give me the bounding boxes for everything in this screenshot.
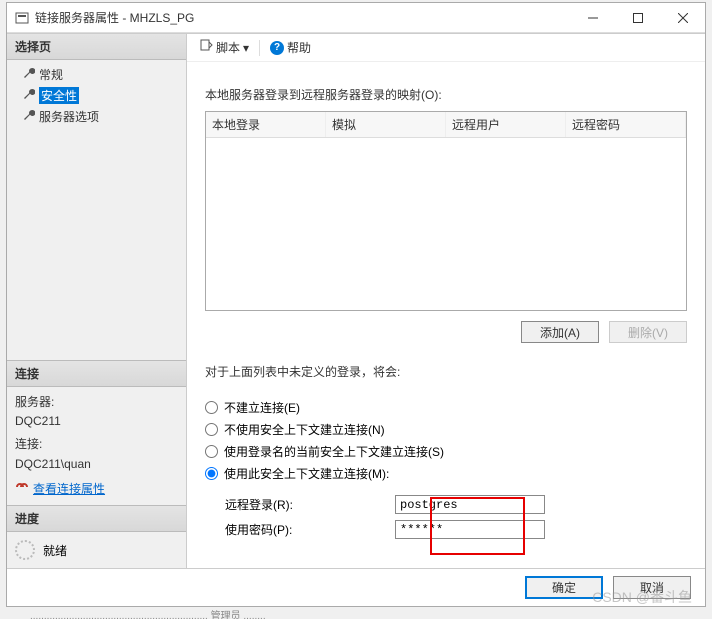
script-dropdown[interactable]: 脚本 ▾ xyxy=(195,37,253,58)
titlebar: 链接服务器属性 - MHZLS_PG xyxy=(7,3,705,33)
wrench-icon xyxy=(23,88,35,103)
nav-label: 安全性 xyxy=(39,87,79,104)
connection-icon xyxy=(15,480,29,499)
radio-no-connection[interactable]: 不建立连接(E) xyxy=(205,399,687,416)
conn-value: DQC211\quan xyxy=(15,455,178,474)
view-connection-link[interactable]: 查看连接属性 xyxy=(33,480,105,499)
nav-item-general[interactable]: 常规 xyxy=(7,64,186,85)
progress-header: 进度 xyxy=(7,506,186,532)
nav-item-security[interactable]: 安全性 xyxy=(7,85,186,106)
remote-login-input[interactable] xyxy=(395,495,545,514)
progress-section: 进度 就绪 xyxy=(7,505,186,568)
connection-header: 连接 xyxy=(7,361,186,387)
cancel-button[interactable]: 取消 xyxy=(613,576,691,599)
radio-label: 使用此安全上下文建立连接(M): xyxy=(224,465,389,482)
login-mode-radios: 不建立连接(E) 不使用安全上下文建立连接(N) 使用登录名的当前安全上下文建立… xyxy=(205,394,687,487)
main-panel: 脚本 ▾ ? 帮助 本地服务器登录到远程服务器登录的映射(O): 本地登录 模拟… xyxy=(187,34,705,568)
server-label: 服务器: xyxy=(15,393,178,412)
server-value: DQC211 xyxy=(15,412,178,431)
script-label: 脚本 xyxy=(216,39,240,56)
nav-label: 服务器选项 xyxy=(39,108,99,125)
conn-label: 连接: xyxy=(15,435,178,454)
wrench-icon xyxy=(23,67,35,82)
progress-body: 就绪 xyxy=(7,532,186,568)
connection-section: 连接 服务器: DQC211 连接: DQC211\quan 查看连接属性 xyxy=(7,360,186,505)
sidebar-spacer xyxy=(7,131,186,360)
radio-no-security-context[interactable]: 不使用安全上下文建立连接(N) xyxy=(205,421,687,438)
remote-login-label: 远程登录(R): xyxy=(225,496,395,513)
content-area: 本地服务器登录到远程服务器登录的映射(O): 本地登录 模拟 远程用户 远程密码… xyxy=(187,62,705,568)
radio-label: 使用登录名的当前安全上下文建立连接(S) xyxy=(224,443,444,460)
credentials-grid: 远程登录(R): 使用密码(P): xyxy=(225,495,687,539)
toolbar-separator xyxy=(259,40,260,56)
nav-item-server-options[interactable]: 服务器选项 xyxy=(7,106,186,127)
radio-current-security-context[interactable]: 使用登录名的当前安全上下文建立连接(S) xyxy=(205,443,687,460)
select-page-header: 选择页 xyxy=(7,34,186,60)
help-button[interactable]: ? 帮助 xyxy=(266,37,315,58)
help-icon: ? xyxy=(270,41,284,55)
progress-status: 就绪 xyxy=(43,542,67,559)
close-button[interactable] xyxy=(660,3,705,32)
add-button[interactable]: 添加(A) xyxy=(521,321,599,343)
sidebar: 选择页 常规 安全性 服务器选项 连接 服务器: xyxy=(7,34,187,568)
radio-input[interactable] xyxy=(205,467,218,480)
dialog-window: 链接服务器属性 - MHZLS_PG 选择页 常规 安全性 服 xyxy=(6,2,706,607)
password-label: 使用密码(P): xyxy=(225,521,395,538)
radio-input[interactable] xyxy=(205,423,218,436)
radio-input[interactable] xyxy=(205,401,218,414)
table-button-row: 添加(A) 删除(V) xyxy=(205,321,687,343)
col-remote-password: 远程密码 xyxy=(566,112,686,137)
ok-button[interactable]: 确定 xyxy=(525,576,603,599)
mapping-table[interactable]: 本地登录 模拟 远程用户 远程密码 xyxy=(205,111,687,311)
radio-label: 不使用安全上下文建立连接(N) xyxy=(224,421,385,438)
undefined-login-label: 对于上面列表中未定义的登录，将会: xyxy=(205,363,687,380)
radio-label: 不建立连接(E) xyxy=(224,399,300,416)
wrench-icon xyxy=(23,109,35,124)
dialog-footer: 确定 取消 xyxy=(7,568,705,606)
remove-button[interactable]: 删除(V) xyxy=(609,321,687,343)
maximize-button[interactable] xyxy=(615,3,660,32)
col-remote-user: 远程用户 xyxy=(446,112,566,137)
password-input[interactable] xyxy=(395,520,545,539)
radio-input[interactable] xyxy=(205,445,218,458)
mapping-label: 本地服务器登录到远程服务器登录的映射(O): xyxy=(205,86,687,103)
spinner-icon xyxy=(15,540,35,560)
minimize-button[interactable] xyxy=(570,3,615,32)
toolbar: 脚本 ▾ ? 帮助 xyxy=(187,34,705,62)
dialog-body: 选择页 常规 安全性 服务器选项 连接 服务器: xyxy=(7,33,705,568)
nav-list: 常规 安全性 服务器选项 xyxy=(7,60,186,131)
window-controls xyxy=(570,3,705,32)
chevron-down-icon: ▾ xyxy=(243,41,249,55)
nav-label: 常规 xyxy=(39,66,63,83)
window-title: 链接服务器属性 - MHZLS_PG xyxy=(35,9,570,26)
view-connection-row: 查看连接属性 xyxy=(15,480,178,499)
connection-body: 服务器: DQC211 连接: DQC211\quan 查看连接属性 xyxy=(7,387,186,505)
script-icon xyxy=(199,39,213,56)
col-local-login: 本地登录 xyxy=(206,112,326,137)
cropped-text: ........................................… xyxy=(0,607,712,619)
help-label: 帮助 xyxy=(287,39,311,56)
app-icon xyxy=(15,11,29,25)
table-header: 本地登录 模拟 远程用户 远程密码 xyxy=(206,112,686,138)
col-impersonate: 模拟 xyxy=(326,112,446,137)
radio-this-security-context[interactable]: 使用此安全上下文建立连接(M): xyxy=(205,465,687,482)
